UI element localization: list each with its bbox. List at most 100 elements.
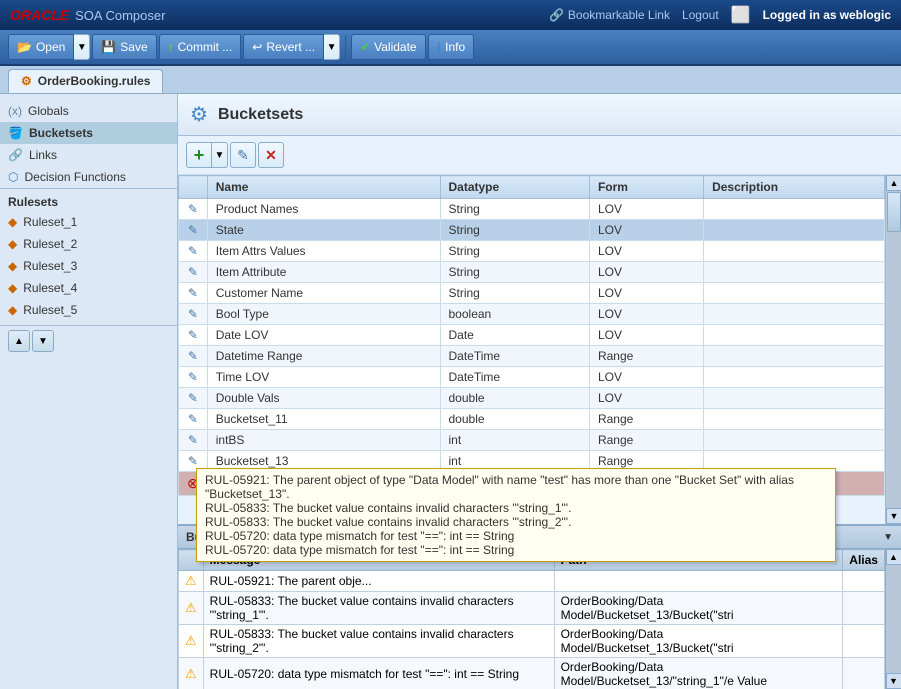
decision-functions-icon: ⬡ [8,170,18,184]
edit-row-icon: ✎ [188,391,198,405]
sidebar-item-ruleset-2[interactable]: ◆ Ruleset_2 [0,233,177,255]
open-button[interactable]: 📂 Open [8,34,74,60]
row-datatype-cell: DateTime [440,367,589,388]
revert-dropdown-arrow[interactable]: ▼ [324,34,340,60]
table-row[interactable]: ✎ Datetime Range DateTime Range [179,346,885,367]
validation-table: Message Path Alias ⚠ RUL-05921: The pare… [178,549,885,689]
vrow-message-cell: RUL-05720: data type mismatch for test "… [203,658,554,689]
table-row[interactable]: ✎ Date LOV Date LOV [179,325,885,346]
row-description-cell [704,430,885,451]
row-description-cell [704,325,885,346]
table-row[interactable]: ✎ Item Attribute String LOV [179,262,885,283]
info-button[interactable]: ℹ Info [428,34,475,60]
sidebar-item-bucketsets[interactable]: 🪣 Bucketsets [0,122,177,144]
row-description-cell [704,241,885,262]
table-row[interactable]: ✎ Bucketset_11 double Range [179,409,885,430]
ruleset5-icon: ◆ [8,303,17,317]
sidebar-item-globals[interactable]: (x) Globals [0,100,177,122]
nav-up-button[interactable]: ▲ [8,330,30,352]
tooltip-popup: RUL-05921: The parent object of type "Da… [196,468,836,562]
table-row[interactable]: ✎ Double Vals double LOV [179,388,885,409]
table-row[interactable]: ✎ intBS int Range [179,430,885,451]
bottom-scroll-down[interactable]: ▼ [886,673,901,689]
bottom-scroll-up[interactable]: ▲ [886,549,901,565]
bottom-panel-scroll-icon: ▼ [883,532,893,543]
commit-button[interactable]: ↑ Commit ... [159,34,242,60]
validation-row[interactable]: ⚠ RUL-05921: The parent obje... [179,571,885,592]
table-row[interactable]: ✎ Time LOV DateTime LOV [179,367,885,388]
sidebar-item-decision-functions[interactable]: ⬡ Decision Functions [0,166,177,188]
table-body: ✎ Product Names String LOV ✎ State Strin… [179,199,885,496]
ruleset1-icon: ◆ [8,215,17,229]
tab-bar: ⚙ OrderBooking.rules [0,66,901,94]
header-right: 🔗 Bookmarkable Link Logout ⬜ Logged in a… [549,5,891,25]
row-description-cell [704,199,885,220]
bookmarkable-link[interactable]: 🔗 Bookmarkable Link [549,8,670,22]
bottom-table-wrapper[interactable]: Message Path Alias ⚠ RUL-05921: The pare… [178,549,885,689]
table-row[interactable]: ✎ Item Attrs Values String LOV [179,241,885,262]
tab-rules-icon: ⚙ [21,74,32,88]
scroll-track [886,191,901,508]
vrow-alias-cell [843,625,885,658]
row-datatype-cell: Date [440,325,589,346]
bucketsets-icon: 🪣 [8,126,23,140]
revert-button[interactable]: ↩ Revert ... [243,34,324,60]
row-description-cell [704,346,885,367]
vrow-type-cell: ⚠ [179,625,204,658]
warning-icon: ⚠ [185,600,197,615]
sidebar-item-ruleset-3[interactable]: ◆ Ruleset_3 [0,255,177,277]
row-datatype-cell: String [440,199,589,220]
row-icon-cell: ✎ [179,199,208,220]
delete-button[interactable]: ✕ [258,142,284,168]
scroll-down-btn[interactable]: ▼ [886,508,901,524]
table-row[interactable]: ✎ Product Names String LOV [179,199,885,220]
ruleset4-icon: ◆ [8,281,17,295]
row-icon-cell: ✎ [179,346,208,367]
header-logo: ORACLE SOA Composer [10,7,165,23]
save-button[interactable]: 💾 Save [92,34,156,60]
open-dropdown-arrow[interactable]: ▼ [74,34,90,60]
bottom-scrollbar[interactable]: ▲ ▼ [885,549,901,689]
validation-row[interactable]: ⚠ RUL-05833: The bucket value contains i… [179,592,885,625]
add-dropdown-arrow[interactable]: ▼ [212,142,228,168]
row-description-cell [704,304,885,325]
tab-orderbooking-rules[interactable]: ⚙ OrderBooking.rules [8,69,163,93]
row-name-cell: Date LOV [207,325,440,346]
validation-row[interactable]: ⚠ RUL-05833: The bucket value contains i… [179,625,885,658]
tooltip-line5: RUL-05720: data type mismatch for test "… [205,543,827,557]
nav-down-button[interactable]: ▼ [32,330,54,352]
table-row[interactable]: ✎ State String LOV [179,220,885,241]
table-row[interactable]: ✎ Bool Type boolean LOV [179,304,885,325]
row-name-cell: intBS [207,430,440,451]
row-description-cell [704,283,885,304]
row-datatype-cell: double [440,409,589,430]
bucketsets-table: Name Datatype Form Description ✎ Product… [178,175,885,496]
edit-button[interactable]: ✎ [230,142,256,168]
right-scrollbar[interactable]: ▲ ▼ [885,175,901,524]
row-datatype-cell: boolean [440,304,589,325]
vrow-path-cell: OrderBooking/Data Model/Bucketset_13/Buc… [554,592,843,625]
edit-row-icon: ✎ [188,223,198,237]
row-name-cell: Item Attrs Values [207,241,440,262]
validate-icon: ✔ [360,40,370,54]
validation-row[interactable]: ⚠ RUL-05720: data type mismatch for test… [179,658,885,689]
sidebar-item-ruleset-5[interactable]: ◆ Ruleset_5 [0,299,177,321]
scroll-up-btn[interactable]: ▲ [886,175,901,191]
commit-icon: ↑ [168,40,174,54]
vrow-alias-cell [843,571,885,592]
tooltip-line3: RUL-05833: The bucket value contains inv… [205,515,827,529]
row-icon-cell: ✎ [179,367,208,388]
logout-link[interactable]: Logout [682,8,719,22]
col-datatype-header: Datatype [440,176,589,199]
row-description-cell [704,262,885,283]
open-icon: 📂 [17,40,32,54]
sidebar-item-ruleset-4[interactable]: ◆ Ruleset_4 [0,277,177,299]
add-button[interactable]: + [186,142,212,168]
row-icon-cell: ✎ [179,220,208,241]
sidebar-item-ruleset-1[interactable]: ◆ Ruleset_1 [0,211,177,233]
validate-button[interactable]: ✔ Validate [351,34,426,60]
sidebar-item-links[interactable]: 🔗 Links [0,144,177,166]
table-row[interactable]: ✎ Customer Name String LOV [179,283,885,304]
scroll-thumb[interactable] [887,192,901,232]
edit-row-icon: ✎ [188,244,198,258]
